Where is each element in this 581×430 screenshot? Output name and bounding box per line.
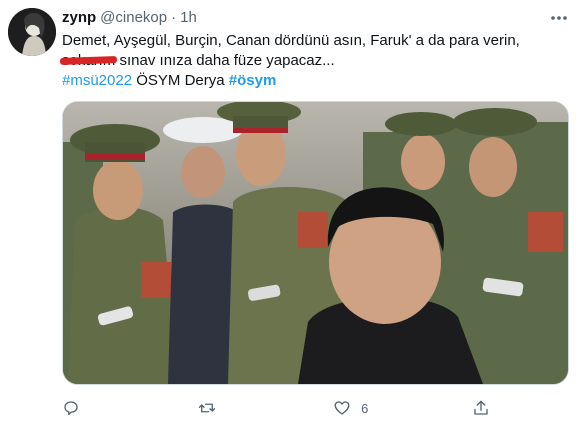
like-count: 6	[361, 400, 369, 416]
display-name[interactable]: zynp	[62, 9, 96, 26]
like-button[interactable]: 6	[325, 394, 368, 422]
reply-icon	[54, 394, 88, 422]
more-icon	[551, 16, 567, 20]
censored-word: sokarım	[62, 52, 116, 69]
tweet-text-line-2: sokarım sınav ınıza daha füze yapacaz...	[62, 51, 567, 71]
share-icon	[464, 394, 498, 422]
user-handle[interactable]: @cinekop	[100, 9, 167, 26]
tweet-actions: 6	[54, 394, 504, 422]
tweet-timestamp[interactable]: 1h	[180, 9, 197, 26]
avatar[interactable]	[8, 8, 56, 56]
separator-dot: ·	[171, 9, 177, 26]
reply-button[interactable]	[54, 394, 94, 422]
tweet-text-line-2-rest: sınav ınıza daha füze yapacaz...	[115, 52, 335, 69]
tweet-text: Demet, Ayşegül, Burçin, Canan dördünü as…	[62, 31, 567, 91]
tweet-header: zynp @cinekop · 1h	[62, 9, 571, 29]
retweet-button[interactable]	[190, 394, 230, 422]
hashtag-msu2022[interactable]: #msü2022	[62, 72, 132, 89]
tweet-image[interactable]	[62, 101, 569, 385]
more-options-button[interactable]	[547, 8, 571, 28]
tweet-plain-text: ÖSYM Derya	[132, 72, 229, 89]
hashtag-osym[interactable]: #ösym	[229, 72, 277, 89]
tweet-text-line-1: Demet, Ayşegül, Burçin, Canan dördünü as…	[62, 32, 520, 49]
like-icon	[325, 394, 359, 422]
tweet-text-line-3: #msü2022 ÖSYM Derya #ösym	[62, 71, 567, 91]
retweet-icon	[190, 394, 224, 422]
share-button[interactable]	[464, 394, 504, 422]
